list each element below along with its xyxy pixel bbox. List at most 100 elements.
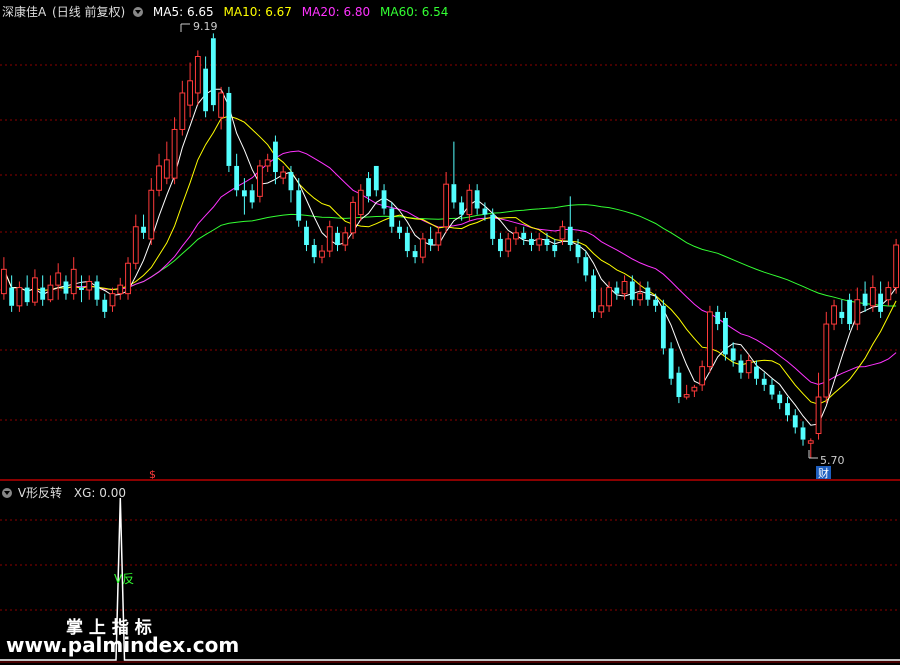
candle-body bbox=[660, 305, 666, 349]
candle-body bbox=[521, 232, 527, 239]
candle-body bbox=[606, 287, 612, 307]
price-chart: 9.19 5.70 财 $ V反 bbox=[0, 0, 900, 665]
candle-body bbox=[404, 232, 410, 252]
candle-body bbox=[226, 92, 232, 166]
high-label: 9.19 bbox=[193, 20, 218, 33]
candle-body bbox=[280, 171, 287, 179]
candle-body bbox=[862, 293, 868, 306]
candle-body bbox=[653, 299, 659, 306]
candle-body bbox=[459, 202, 465, 215]
candle-body bbox=[102, 299, 108, 312]
candle-body bbox=[715, 311, 721, 325]
candle-body bbox=[474, 190, 480, 209]
candle-body bbox=[552, 245, 558, 252]
candle-body bbox=[210, 38, 216, 106]
candle bbox=[707, 305, 713, 373]
candle-body bbox=[257, 165, 263, 197]
candle-body bbox=[241, 190, 247, 197]
candle-body bbox=[419, 238, 426, 258]
candle-body bbox=[428, 238, 434, 245]
candle-body bbox=[699, 366, 706, 386]
stock-name: 深康佳A bbox=[2, 5, 47, 19]
candle-body bbox=[498, 238, 503, 252]
candle-body bbox=[397, 226, 402, 233]
chart-mode: (日线 前复权) bbox=[52, 5, 126, 19]
candle-body bbox=[637, 293, 643, 301]
dropdown-icon[interactable] bbox=[133, 7, 144, 17]
candle-body bbox=[745, 360, 752, 374]
candle-body bbox=[443, 183, 450, 228]
candle-body bbox=[598, 305, 605, 313]
candle-body bbox=[288, 172, 294, 191]
candle-body bbox=[621, 280, 628, 295]
candle-body bbox=[319, 250, 325, 258]
candle-body bbox=[761, 378, 767, 385]
candle-body bbox=[47, 284, 54, 301]
ma20-value: MA20: 6.80 bbox=[301, 5, 371, 19]
candle-body bbox=[668, 348, 674, 379]
candle-body bbox=[435, 232, 442, 246]
candle-body bbox=[591, 275, 596, 312]
candle-body bbox=[94, 281, 100, 300]
indicator-xg: XG: 0.00 bbox=[73, 486, 126, 500]
ma60-value: MA60: 6.54 bbox=[380, 5, 449, 19]
candle-body bbox=[86, 280, 93, 291]
candle-body bbox=[9, 287, 15, 306]
candle-body bbox=[389, 208, 395, 227]
candle-body bbox=[505, 238, 512, 252]
candle-body bbox=[381, 190, 387, 209]
cai-badge-label: 财 bbox=[818, 466, 829, 480]
candle-body bbox=[629, 281, 635, 300]
candle-body bbox=[854, 299, 861, 325]
candle-body bbox=[249, 190, 255, 203]
candle-body bbox=[125, 262, 131, 295]
candle-body bbox=[777, 394, 783, 404]
candle-body bbox=[304, 226, 309, 245]
candle-body bbox=[141, 226, 146, 233]
candle bbox=[125, 257, 131, 300]
candle-body bbox=[296, 190, 302, 221]
candle-body bbox=[839, 311, 845, 318]
candle-body bbox=[536, 238, 543, 246]
signal-label: V反 bbox=[114, 572, 134, 586]
candle-body bbox=[730, 348, 736, 361]
candle-body bbox=[529, 238, 534, 245]
candle-body bbox=[466, 189, 473, 216]
candle-body bbox=[171, 128, 178, 179]
candle bbox=[591, 269, 596, 318]
candle-body bbox=[754, 366, 759, 379]
candle-body bbox=[683, 394, 690, 398]
candle-body bbox=[800, 427, 806, 440]
candle-body bbox=[869, 287, 876, 307]
candle bbox=[668, 342, 674, 385]
candle-body bbox=[451, 184, 457, 203]
candle-body bbox=[0, 268, 7, 295]
candle-body bbox=[482, 208, 488, 215]
candle-body bbox=[885, 287, 892, 301]
indicator-dropdown-icon[interactable] bbox=[2, 488, 12, 498]
candle bbox=[823, 311, 830, 404]
candle-body bbox=[807, 440, 814, 444]
candle-body bbox=[559, 226, 566, 240]
candle-body bbox=[132, 226, 139, 264]
candle-body bbox=[203, 68, 209, 112]
candle-body bbox=[614, 287, 620, 294]
candle-body bbox=[70, 268, 77, 295]
candle-body bbox=[893, 244, 900, 289]
ma10-value: MA10: 6.67 bbox=[223, 5, 292, 19]
candle bbox=[723, 311, 728, 361]
candle-body bbox=[583, 257, 589, 276]
watermark-url: www.palmindex.com bbox=[6, 633, 240, 657]
candle-body bbox=[544, 238, 550, 245]
chart-header: 深康佳A (日线 前复权) MA5: 6.65 MA10: 6.67 MA20:… bbox=[2, 3, 454, 20]
candle bbox=[350, 196, 356, 239]
candle-body bbox=[24, 287, 30, 303]
candle-body bbox=[163, 159, 170, 179]
candle-body bbox=[575, 245, 581, 258]
candle-body bbox=[311, 245, 317, 258]
candle-body bbox=[79, 287, 84, 290]
candle-body bbox=[567, 226, 573, 245]
candle-body bbox=[264, 159, 271, 167]
candle-body bbox=[179, 92, 186, 130]
cai-badge[interactable]: 财 bbox=[816, 466, 831, 480]
